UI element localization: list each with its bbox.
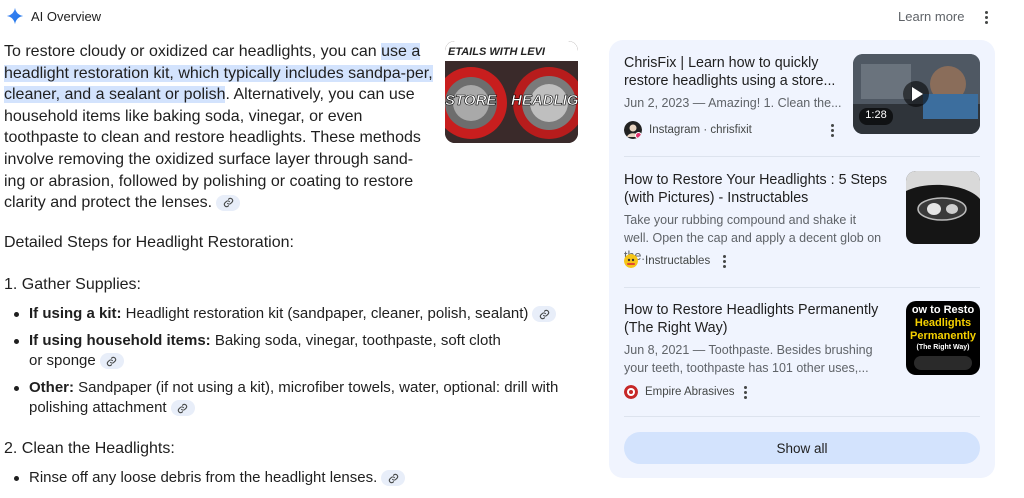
link-icon[interactable] (532, 306, 557, 323)
list-item: If using a kit: Headlight restoration ki… (10, 304, 570, 325)
item-label: Other: (29, 378, 74, 396)
image-caption-left: STORE (445, 92, 497, 109)
source-title[interactable]: How to Restore Headlights Permanently (T… (624, 301, 894, 338)
item-text: Sandpaper (if not using a kit), microfib… (29, 378, 559, 417)
instructables-icon (624, 254, 638, 268)
video-duration: 1:28 (865, 109, 887, 121)
video-thumbnail[interactable]: 1:28 (853, 54, 980, 134)
source-card-chrisfix[interactable]: ChrisFix | Learn how to quickly restore … (624, 54, 980, 144)
overview-body: ETAILS WITH LEVI STORE HEADLIGH To resto… (4, 41, 578, 214)
thumb-text-4: (The Right Way) (916, 344, 970, 351)
divider (624, 287, 980, 288)
source-title[interactable]: ChrisFix | Learn how to quickly restore … (624, 54, 849, 91)
supplies-list: If using a kit: Headlight restoration ki… (10, 304, 570, 425)
item-text: Headlight restoration kit (sandpaper, cl… (121, 305, 529, 322)
link-icon[interactable] (99, 353, 124, 370)
gemini-sparkle-icon (6, 7, 24, 25)
divider (624, 416, 980, 417)
link-icon[interactable] (216, 194, 241, 211)
steps-heading: Detailed Steps for Headlight Restoration… (4, 234, 294, 251)
thumb-text-1: ow to Resto (911, 304, 975, 316)
divider (624, 156, 980, 157)
source-snippet: Jun 8, 2021 — Toothpaste. Besides brushi… (624, 343, 873, 376)
intro-text-1: To restore cloudy or oxidized car headli… (4, 43, 382, 60)
source-title[interactable]: How to Restore Your Headlights : 5 Steps… (624, 171, 894, 208)
headlight-shape (914, 356, 972, 370)
source-attribution: Instructables (624, 252, 726, 270)
link-icon[interactable] (381, 470, 406, 487)
image-caption-right: HEADLIGH (511, 92, 578, 109)
source-name: Instagram · chrisfixit (649, 124, 752, 136)
item-text: Rinse off any loose debris from the head… (29, 469, 378, 486)
section-gather-supplies-heading: 1. Gather Supplies: (4, 276, 141, 293)
headlight-thumbnail-graphic: ETAILS WITH LEVI STORE HEADLIGH (445, 41, 578, 143)
more-vert-icon[interactable] (739, 384, 751, 400)
list-item: Other: Sandpaper (if not using a kit), m… (10, 378, 570, 419)
headlight-video-image[interactable]: ETAILS WITH LEVI STORE HEADLIGH (445, 41, 578, 143)
source-card-empire-abrasives[interactable]: How to Restore Headlights Permanently (T… (624, 301, 980, 401)
engine-bay-graphic (853, 54, 980, 134)
show-all-button[interactable]: Show all (624, 432, 980, 464)
article-thumbnail[interactable] (906, 171, 980, 244)
ai-overview-header: AI Overview Learn more (0, 0, 1024, 34)
car-headlight-graphic (906, 171, 980, 244)
source-name: Empire Abrasives (645, 386, 735, 398)
learn-more-link[interactable]: Learn more (898, 9, 964, 24)
thumb-text-2: Headlights (914, 317, 972, 329)
item-label: If using household items: (29, 331, 211, 349)
more-vert-icon[interactable] (718, 253, 730, 269)
source-attribution: Empire Abrasives (624, 383, 747, 401)
ai-overview-title: AI Overview (31, 9, 102, 24)
image-caption-top: ETAILS WITH LEVI (448, 46, 546, 58)
list-item: If using household items: Baking soda, v… (10, 331, 570, 372)
empire-abrasives-icon (624, 385, 638, 399)
list-item: Rinse off any loose debris from the head… (10, 468, 570, 489)
more-vert-icon[interactable] (980, 9, 992, 25)
thumb-text-3: Permanently (909, 330, 977, 342)
intro-paragraph: To restore cloudy or oxidized car headli… (4, 41, 434, 214)
link-icon[interactable] (170, 400, 195, 417)
sources-panel: ChrisFix | Learn how to quickly restore … (609, 40, 995, 478)
intro-text-2: . Alternatively, you can use household i… (4, 86, 421, 212)
source-card-instructables[interactable]: How to Restore Your Headlights : 5 Steps… (624, 171, 980, 271)
source-name: Instructables (645, 255, 711, 267)
video-thumbnail[interactable]: ow to Resto Headlights Permanently (The … (906, 301, 980, 375)
source-attribution: Instagram · chrisfixit (624, 121, 834, 139)
instagram-icon (624, 121, 642, 139)
item-label: If using a kit: (29, 305, 122, 322)
section-clean-headlights-heading: 2. Clean the Headlights: (4, 440, 175, 457)
clean-list: Rinse off any loose debris from the head… (10, 468, 570, 495)
more-vert-icon[interactable] (826, 122, 838, 138)
source-snippet: Jun 2, 2023 — Amazing! 1. Clean the... (624, 96, 842, 110)
